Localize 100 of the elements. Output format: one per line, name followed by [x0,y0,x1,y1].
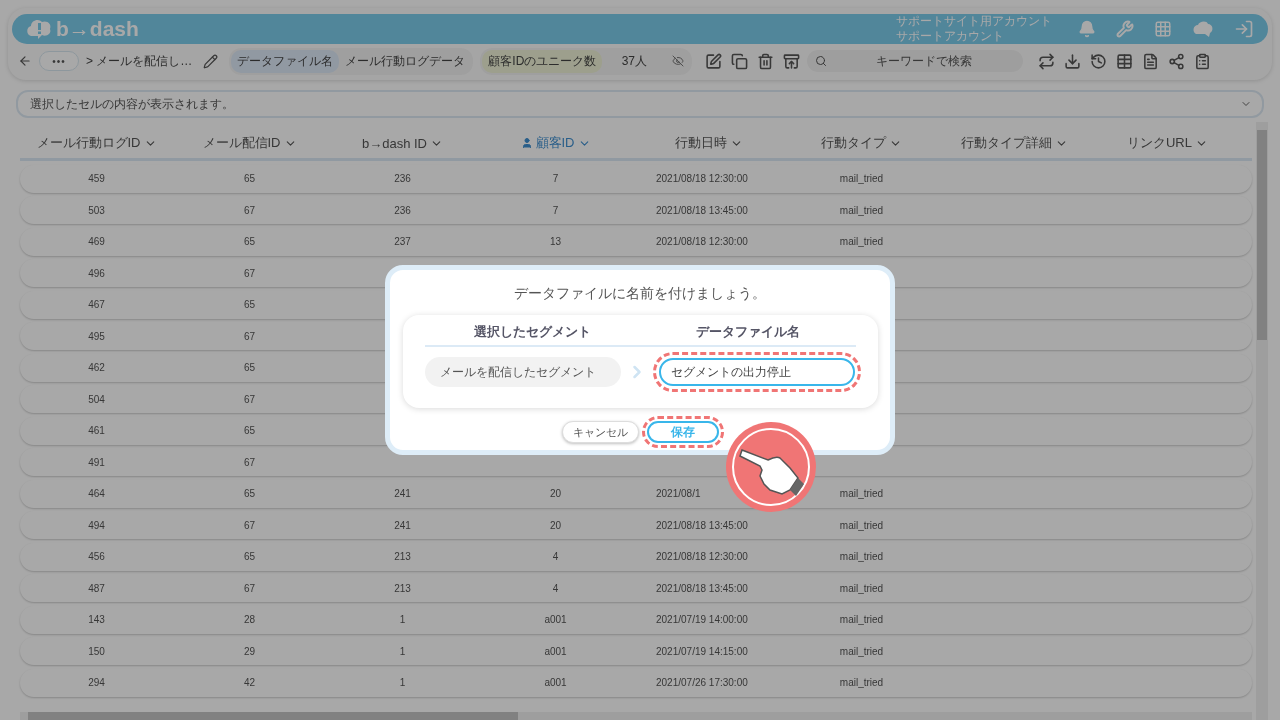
table-cell: 28 [243,614,256,625]
table-cell: 461 [88,425,105,436]
chip-label: 顧客IDのユニーク数 [482,49,603,73]
table-cell: 67 [243,519,256,531]
column-header[interactable]: リンクURL [1091,134,1244,152]
copy-icon[interactable] [731,52,749,70]
table-cell-text: 2021/08/18 12:30:00 [655,551,748,562]
breadcrumb[interactable]: > メールを配信し… [86,52,193,70]
table-cell: 469 [88,236,105,247]
table-cell: 20 [549,519,562,531]
trash-icon[interactable] [757,52,775,70]
table-cell: 143 [88,614,105,625]
table-cell: 65 [243,299,256,310]
person-icon [520,137,533,149]
more-button[interactable]: ••• [39,51,79,71]
table-cell: mail_tried [839,519,884,531]
column-header[interactable]: 行動タイプ詳細 [938,134,1091,152]
column-header[interactable]: メール行動ログID [20,134,173,152]
table-cell: 456 [88,551,105,562]
table-row[interactable]: 294 42 1 a001 2021/07/26 17:30:00 mail_tried [20,668,1252,697]
table-cell: 42 [243,677,256,688]
table-row[interactable]: 456 65 213 4 2021/08/18 12:30:00 mail_tried [20,542,1252,571]
cancel-button[interactable]: キャンセル [561,421,639,443]
back-button[interactable] [18,54,32,68]
column-header[interactable]: 行動タイプ [785,134,938,152]
table-cell: 65 [243,425,256,436]
document-icon[interactable] [1142,52,1160,70]
table-cell: 7 [552,173,559,184]
table-cell: 65 [243,173,256,184]
table-cell: 1 [399,645,406,657]
table-cell: 67 [243,330,256,342]
table-cell: 150 [88,645,105,657]
cell-viewer-field[interactable]: 選択したセルの内容が表示されます。 [16,90,1264,118]
table-row[interactable]: 494 67 241 20 2021/08/18 13:45:00 mail_tried [20,511,1252,539]
table-cell: mail_tried [839,677,884,688]
vertical-scrollbar[interactable] [1256,122,1268,720]
table-cell: 236 [394,204,411,216]
table-cell: mail_tried [839,551,884,562]
pencil-icon[interactable] [203,53,219,69]
table-cell: mail_tried [839,236,884,247]
table-cell: 1 [399,614,406,625]
table-cell: 13 [549,236,562,247]
table-cell-text: 2021/08/18 13:45:00 [655,582,748,594]
search-input[interactable]: キーワードで検索 [833,53,1016,69]
table-cell: 462 [88,362,105,373]
share-icon[interactable] [1168,52,1186,70]
table-cell: mail_tried [839,645,884,657]
account-name: サポートアカウント [896,29,1005,44]
table-cell: 65 [243,551,256,562]
search-icon [815,55,828,67]
horizontal-scrollbar[interactable] [20,712,1252,720]
logo-text: b→dash [56,17,139,41]
table-row[interactable]: 487 67 213 4 2021/08/18 13:45:00 mail_tried [20,574,1252,602]
table-row[interactable]: 503 67 236 7 2021/08/18 13:45:00 mail_tried [20,196,1252,224]
table-cell: 4 [552,551,559,562]
account-name: サポートサイト用アカウント [896,14,1052,29]
table-cell: mail_tried [839,488,884,499]
segment-name: メールを配信したセグメント [424,357,621,387]
table-cell: 491 [88,456,105,468]
table-cell: 487 [88,582,105,594]
column-header[interactable]: メール配信ID [173,134,326,152]
table-cell: 494 [88,519,105,531]
table-cell: 503 [88,204,105,216]
table-cell: 67 [243,393,256,405]
archive-icon[interactable] [783,52,801,70]
table-row[interactable]: 464 65 241 20 2021/08/1 mail_tried [20,479,1252,508]
column-header[interactable]: 顧客ID [479,134,632,152]
history-icon[interactable] [1090,52,1108,70]
table-row[interactable]: 459 65 236 7 2021/08/18 12:30:00 mail_tried [20,164,1252,193]
hidden-icon[interactable] [672,55,685,67]
table-cell: 4 [552,582,559,594]
table-cell-text: 2021/08/18 13:45:00 [655,204,748,216]
table-cell: 237 [394,236,411,247]
column-heading: データファイル名 [695,323,800,341]
table-row[interactable]: 143 28 1 a001 2021/07/19 14:00:00 mail_tried [20,605,1252,634]
table-cell: a001 [544,677,567,688]
table-cell: 213 [394,551,411,562]
table-cell: 67 [243,267,256,279]
clipboard-icon[interactable] [1194,52,1212,70]
table-row[interactable]: 150 29 1 a001 2021/07/19 14:15:00 mail_tried [20,637,1252,665]
search-field[interactable]: キーワードで検索 [807,50,1024,72]
table-cell: 504 [88,393,105,405]
table-row[interactable]: 469 65 237 13 2021/08/18 12:30:00 mail_tried [20,227,1252,256]
table-cell: 65 [243,236,256,247]
column-header[interactable]: 行動日時 [632,134,785,152]
table-cell: 65 [243,362,256,373]
table-cell: 67 [243,456,256,468]
table-icon[interactable] [1116,52,1134,70]
download-icon[interactable] [1064,52,1082,70]
logo-icon [26,18,52,40]
repeat-icon[interactable] [1038,52,1056,70]
dialog-title: データファイルに名前を付けましょう。 [514,285,766,303]
cell-viewer-input[interactable]: 選択したセルの内容が表示されます。 [28,96,1240,112]
edit-icon[interactable] [705,52,723,70]
column-heading: 選択したセグメント [473,323,591,341]
table-cell: 236 [394,173,411,184]
column-header[interactable]: b→dash ID [326,135,479,151]
table-cell-text: 2021/07/19 14:15:00 [655,645,748,657]
table-cell: 467 [88,299,105,310]
table-cell: 29 [243,645,256,657]
